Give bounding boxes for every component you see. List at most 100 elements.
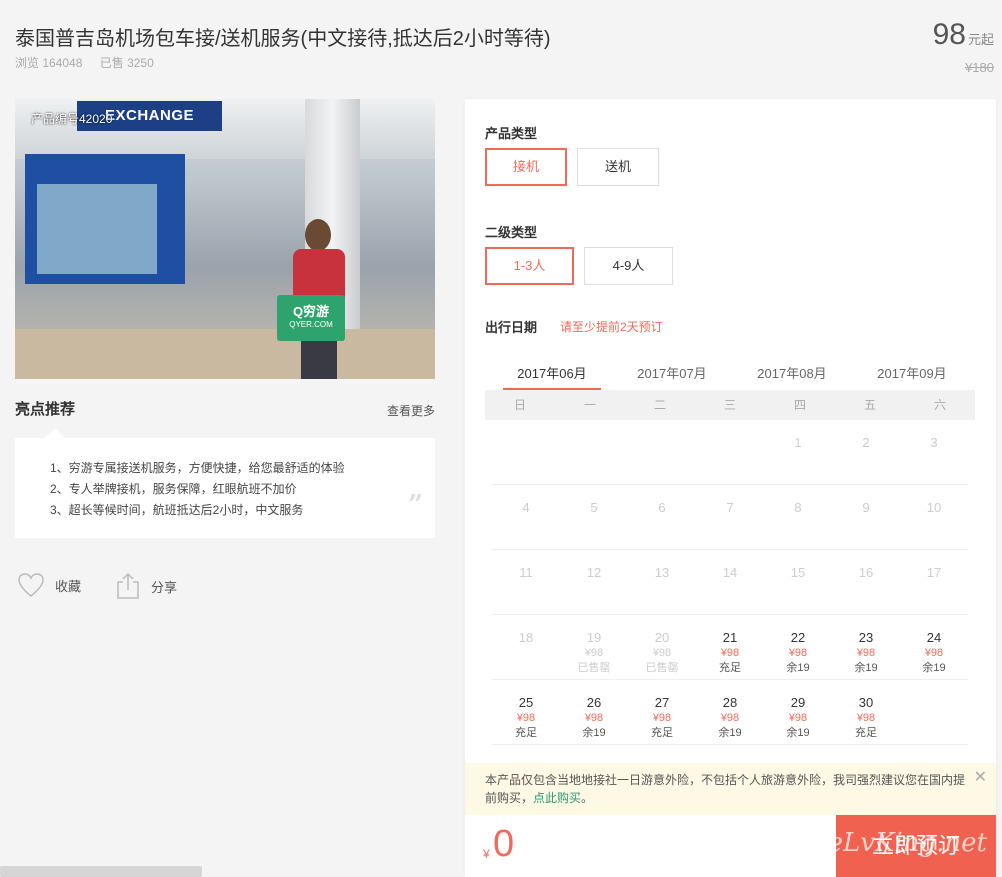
type-option-pickup[interactable]: 接机 — [485, 148, 567, 186]
horizontal-scrollbar[interactable] — [0, 866, 202, 877]
favorite-label: 收藏 — [55, 578, 82, 594]
notice-buy-link[interactable]: 点此购买 — [533, 791, 581, 805]
highlights-box: 1、穷游专属接送机服务，方便快捷，给您最舒适的体验 2、专人举牌接机，服务保障，… — [15, 428, 435, 538]
day-stock: 余19 — [718, 727, 742, 739]
day-number: 26 — [586, 695, 602, 710]
price-suffix: 元起 — [967, 32, 994, 47]
calendar-day: 18 — [492, 615, 560, 679]
type-option-dropoff[interactable]: 送机 — [577, 148, 659, 186]
product-photo[interactable]: EXCHANGE Q穷游 QYER.COM 产品编号42020 — [15, 99, 435, 379]
calendar-day[interactable]: 27 ¥98 充足 — [628, 680, 696, 744]
day-price: ¥98 — [788, 647, 808, 659]
day-stock: 余19 — [786, 727, 810, 739]
product-code: 产品编号42020 — [31, 112, 113, 126]
day-number: 18 — [518, 630, 534, 645]
day-number: 30 — [858, 695, 874, 710]
calendar-day[interactable]: 22 ¥98 余19 — [764, 615, 832, 679]
day-price: ¥98 — [856, 647, 876, 659]
calendar-day: 16 — [832, 550, 900, 614]
day-number: 22 — [790, 630, 806, 645]
share-button[interactable]: 分享 — [115, 572, 177, 600]
tab-month-09[interactable]: 2017年09月 — [862, 363, 962, 382]
calendar-grid: 1 2 3 4 5 6 7 8 9 10 11 12 13 14 15 16 17 18 19 ¥98 已售罄 20 ¥98… — [492, 420, 968, 745]
calendar-day: 1 — [764, 420, 832, 484]
day-number: 19 — [586, 630, 602, 645]
calendar-week-row: 18 19 ¥98 已售罄 20 ¥98 已售罄 21 ¥98 充足 22 ¥98 余19 23 ¥98 余1… — [492, 615, 968, 680]
day-price: ¥98 — [584, 712, 604, 724]
price-amount: 98 — [932, 18, 966, 51]
day-number: 21 — [722, 630, 738, 645]
calendar-day: 14 — [696, 550, 764, 614]
day-number: 25 — [518, 695, 534, 710]
heart-icon — [18, 573, 44, 597]
calendar-day[interactable]: 24 ¥98 余19 — [900, 615, 968, 679]
weekday-label: 五 — [863, 398, 876, 412]
weekday-label: 四 — [793, 398, 806, 412]
subtype-option-1-3[interactable]: 1-3人 — [485, 247, 574, 285]
calendar-day: 6 — [628, 485, 696, 549]
day-price: ¥98 — [720, 712, 740, 724]
share-icon — [117, 572, 139, 599]
booking-panel: 产品类型 接机 送机 二级类型 1-3人 4-9人 出行日期 请至少提前2天预订… — [465, 99, 996, 877]
day-price: ¥98 — [856, 712, 876, 724]
day-number: 7 — [726, 500, 734, 515]
favorite-button[interactable]: 收藏 — [17, 572, 81, 598]
day-number: 28 — [722, 695, 738, 710]
price-block: 98 元起 — [933, 18, 994, 52]
calendar-week-row: 11 12 13 14 15 16 17 — [492, 550, 968, 615]
calendar-day[interactable]: 29 ¥98 余19 — [764, 680, 832, 744]
day-stock: 充足 — [719, 662, 741, 674]
close-icon[interactable]: ✕ — [974, 769, 987, 787]
day-number: 9 — [862, 500, 870, 515]
weekday-label: 二 — [653, 398, 666, 412]
month-tabs: 2017年06月 2017年07月 2017年08月 2017年09月 — [485, 356, 975, 391]
page-title: 泰国普吉岛机场包车接/送机服务(中文接待,抵达后2小时等待) — [15, 28, 551, 50]
day-number: 10 — [926, 500, 942, 515]
photo-pickup-board: Q穷游 QYER.COM — [277, 295, 345, 341]
calendar-day — [492, 420, 560, 484]
calendar-day[interactable]: 23 ¥98 余19 — [832, 615, 900, 679]
day-price: ¥98 — [516, 712, 536, 724]
calendar-day — [696, 420, 764, 484]
tab-month-08[interactable]: 2017年08月 — [742, 363, 842, 382]
day-stock: 余19 — [854, 662, 878, 674]
calendar-day: 19 ¥98 已售罄 — [560, 615, 628, 679]
weekday-label: 一 — [583, 398, 596, 412]
calendar-week-row: 4 5 6 7 8 9 10 — [492, 485, 968, 550]
weekday-label: 六 — [933, 398, 946, 412]
sold-count: 已售 3250 — [99, 56, 154, 70]
day-number: 13 — [654, 565, 670, 580]
calendar-day — [900, 680, 968, 744]
calendar-day[interactable]: 30 ¥98 充足 — [832, 680, 900, 744]
day-stock: 充足 — [515, 727, 537, 739]
tab-month-06[interactable]: 2017年06月 — [502, 363, 602, 382]
day-stock: 已售罄 — [577, 662, 611, 674]
day-stock: 余19 — [786, 662, 810, 674]
calendar-day[interactable]: 21 ¥98 充足 — [696, 615, 764, 679]
day-number: 4 — [522, 500, 530, 515]
highlights-more-link[interactable]: 查看更多 — [387, 402, 435, 419]
total-currency: ¥ — [483, 847, 490, 861]
day-number: 24 — [926, 630, 942, 645]
subtype-option-4-9[interactable]: 4-9人 — [584, 247, 673, 285]
photo-floor — [15, 329, 435, 379]
day-number: 17 — [926, 565, 942, 580]
day-number: 6 — [658, 500, 666, 515]
quote-icon: ” — [408, 490, 423, 520]
original-price: ¥180 — [965, 60, 994, 75]
calendar-day[interactable]: 26 ¥98 余19 — [560, 680, 628, 744]
day-number: 20 — [654, 630, 670, 645]
day-number: 14 — [722, 565, 738, 580]
day-price: ¥98 — [788, 712, 808, 724]
photo-booth-window — [37, 184, 157, 274]
product-type-label: 产品类型 — [485, 126, 538, 141]
calendar-day: 3 — [900, 420, 968, 484]
calendar-day[interactable]: 25 ¥98 充足 — [492, 680, 560, 744]
tab-month-07[interactable]: 2017年07月 — [622, 363, 722, 382]
day-stock: 充足 — [651, 727, 673, 739]
calendar-day: 17 — [900, 550, 968, 614]
calendar-day: 12 — [560, 550, 628, 614]
highlight-item: 1、穷游专属接送机服务，方便快捷，给您最舒适的体验 — [50, 461, 345, 475]
calendar-day[interactable]: 28 ¥98 余19 — [696, 680, 764, 744]
share-label: 分享 — [151, 579, 178, 595]
